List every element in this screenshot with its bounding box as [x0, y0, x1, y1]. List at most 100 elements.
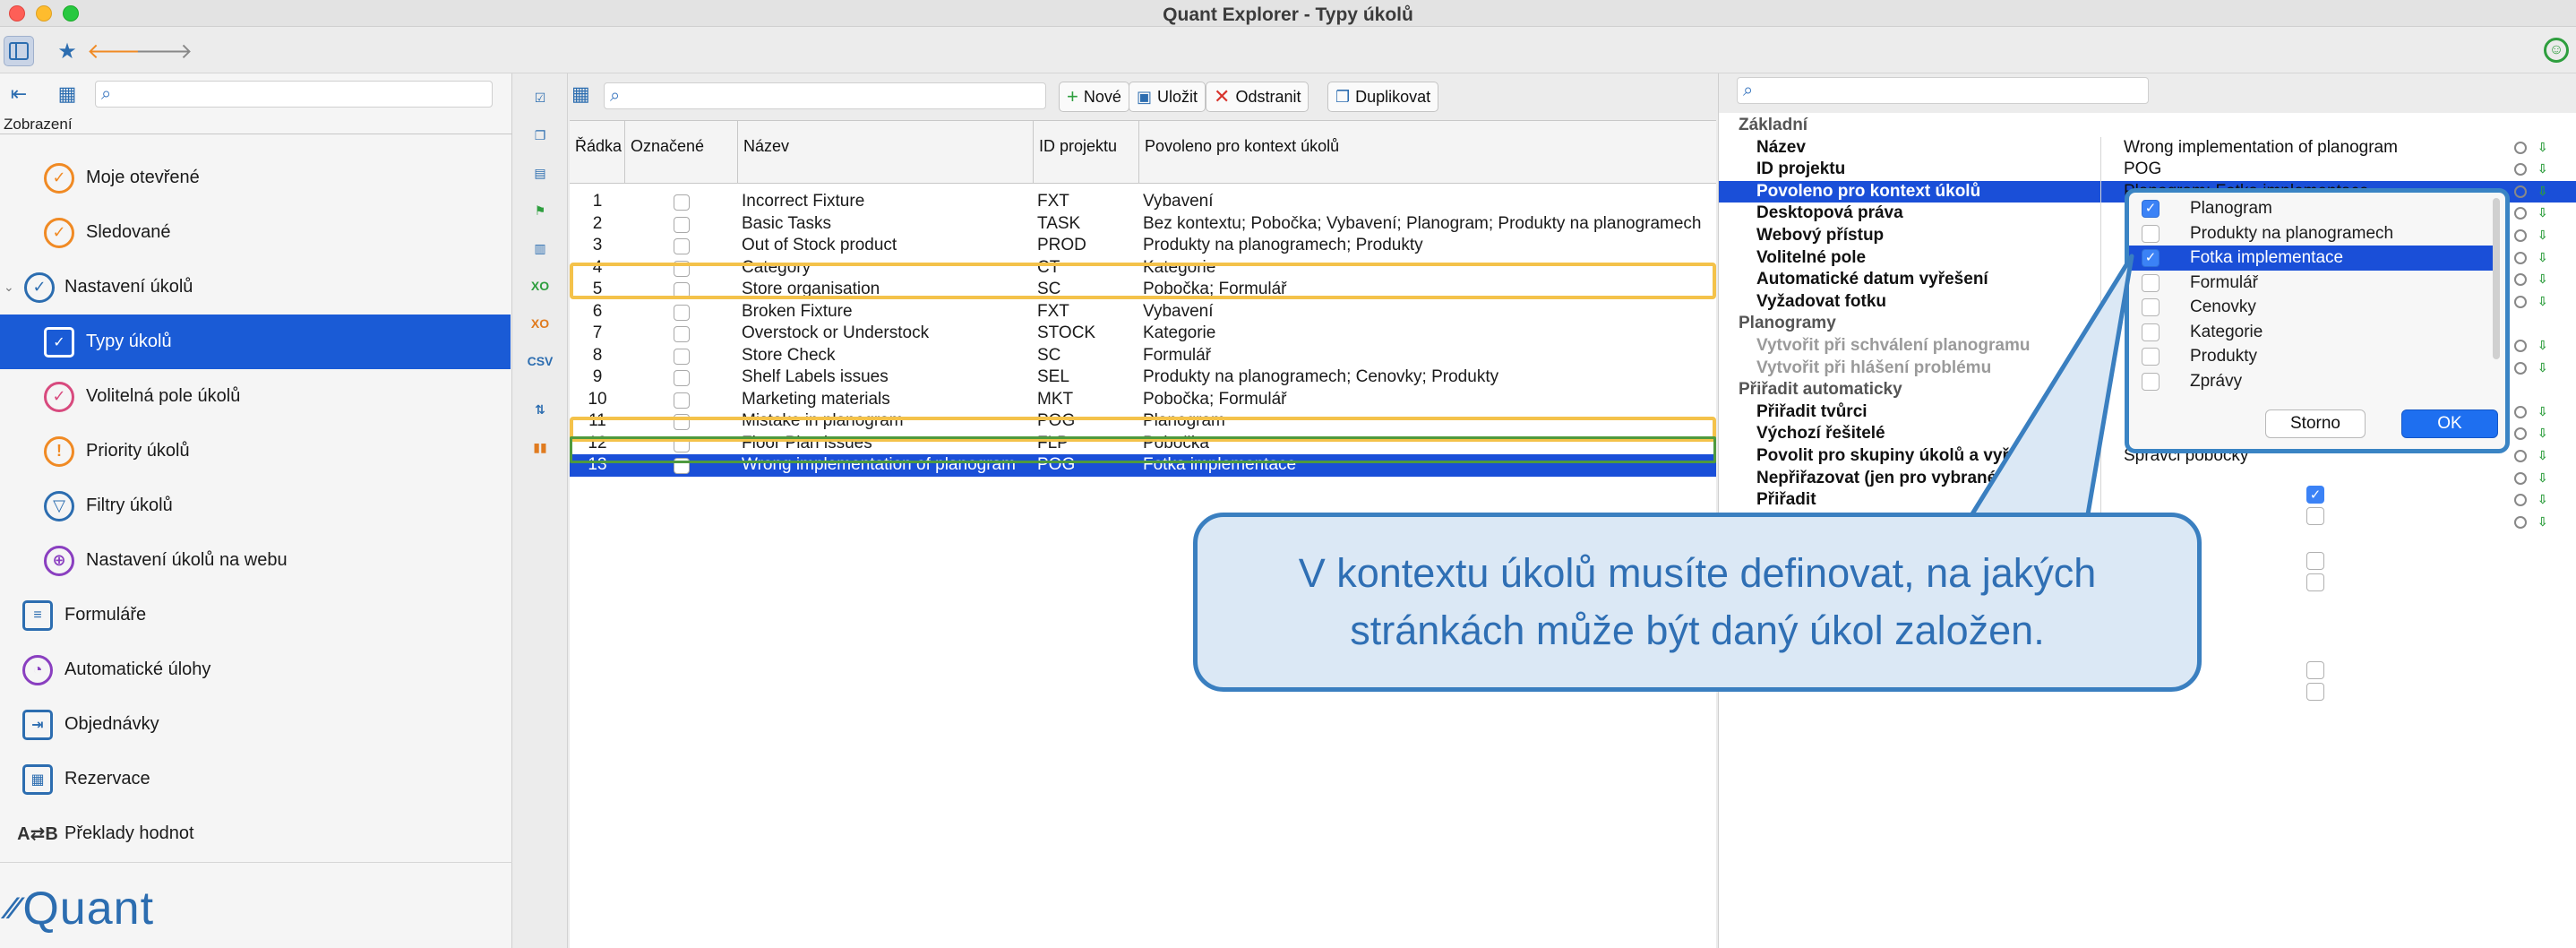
table-row[interactable]: 2 Basic Tasks TASK Bez kontextu; Pobočka; V…	[570, 213, 1716, 236]
column-header-task-context[interactable]: Povoleno pro kontext úkolů	[1139, 121, 1716, 184]
favorites-button[interactable]: ★	[52, 36, 82, 66]
reset-value-icon[interactable]	[2514, 515, 2527, 529]
nav-item-orders[interactable]: ⇥ Objednávky	[0, 697, 511, 752]
excel-import-icon[interactable]: XO	[527, 272, 554, 299]
property-group-header[interactable]: Základní	[1719, 115, 2576, 137]
task-context-cell[interactable]: Vybavení	[1139, 301, 1716, 323]
table-row[interactable]: 6 Broken Fixture FXT Vybavení	[570, 301, 1716, 323]
document-icon[interactable]: ▥	[527, 235, 554, 262]
dropdown-scrollbar[interactable]	[2493, 198, 2500, 359]
project-id-cell[interactable]: TASK	[1034, 213, 1139, 236]
apply-value-icon[interactable]: ⇩	[2537, 492, 2550, 506]
property-checkbox[interactable]	[2306, 661, 2324, 679]
name-cell[interactable]: Broken Fixture	[738, 301, 1034, 323]
save-button[interactable]: ▣ Uložit	[1129, 82, 1206, 112]
reset-value-icon[interactable]	[2514, 185, 2527, 198]
grid-view-button[interactable]: ▦	[52, 81, 82, 108]
nav-item-my-open[interactable]: ✓ Moje otevřené	[0, 151, 511, 205]
name-cell[interactable]: Basic Tasks	[738, 213, 1034, 236]
row-number-cell[interactable]: 7	[570, 323, 625, 345]
project-id-cell[interactable]: SEL	[1034, 366, 1139, 389]
apply-value-icon[interactable]: ⇩	[2537, 470, 2550, 485]
context-option-checkbox[interactable]: ✓	[2142, 200, 2160, 218]
navigation-search-input[interactable]: ⌕	[95, 81, 493, 108]
table-row[interactable]: 3 Out of Stock product PROD Produkty na pla…	[570, 235, 1716, 257]
cancel-button[interactable]: Storno	[2265, 409, 2366, 438]
row-number-cell[interactable]: 6	[570, 301, 625, 323]
table-row[interactable]: 10 Marketing materials MKT Pobočka; Formulá…	[570, 389, 1716, 411]
nav-item-translations[interactable]: A⇄B Překlady hodnot	[0, 806, 511, 861]
task-context-cell[interactable]: Pobočka; Formulář	[1139, 389, 1716, 411]
delete-button[interactable]: ✕ Odstranit	[1206, 82, 1309, 112]
marked-checkbox[interactable]	[674, 216, 690, 233]
task-context-cell[interactable]: Kategorie	[1139, 323, 1716, 345]
reset-value-icon[interactable]	[2514, 295, 2527, 308]
property-row[interactable]: ID projektu POG	[1719, 159, 2576, 181]
reset-value-icon[interactable]	[2514, 251, 2527, 264]
context-option[interactable]: ✓ Fotka implementace	[2129, 246, 2500, 271]
collapse-tree-button[interactable]: ⇤	[4, 81, 34, 108]
task-context-cell[interactable]: Produkty na planogramech; Produkty	[1139, 235, 1716, 257]
name-cell[interactable]: Out of Stock product	[738, 235, 1034, 257]
apply-value-icon[interactable]: ⇩	[2537, 250, 2550, 264]
properties-search-input[interactable]: ⌕	[1737, 77, 2149, 104]
table-row[interactable]: 8 Store Check SC Formulář	[570, 345, 1716, 367]
reset-value-icon[interactable]	[2514, 361, 2527, 375]
property-value[interactable]: POG	[2124, 159, 2161, 181]
chart-icon[interactable]: ▮▮	[527, 434, 554, 461]
table-row[interactable]: 7 Overstock or Understock STOCK Kategorie	[570, 323, 1716, 345]
property-checkbox[interactable]	[2306, 552, 2324, 570]
context-option[interactable]: Formulář	[2129, 271, 2500, 296]
context-option[interactable]: Produkty na planogramech	[2129, 221, 2500, 246]
task-context-cell[interactable]: Formulář	[1139, 345, 1716, 367]
csv-icon[interactable]: CSV	[527, 348, 554, 375]
new-button[interactable]: + Nové	[1059, 82, 1129, 112]
property-row[interactable]: Název Wrong implementation of planogram	[1719, 136, 2576, 159]
name-cell[interactable]: Overstock or Understock	[738, 323, 1034, 345]
column-header-row[interactable]: Řádka	[570, 121, 625, 184]
nav-item-followed[interactable]: ✓ Sledované	[0, 205, 511, 260]
context-option[interactable]: Kategorie	[2129, 320, 2500, 345]
name-cell[interactable]: Shelf Labels issues	[738, 366, 1034, 389]
sidebar-toggle-button[interactable]	[4, 36, 34, 66]
name-cell[interactable]: Incorrect Fixture	[738, 191, 1034, 213]
project-id-cell[interactable]: MKT	[1034, 389, 1139, 411]
nav-item-optional-fields[interactable]: ✓ Volitelná pole úkolů	[0, 369, 511, 424]
reset-value-icon[interactable]	[2514, 471, 2527, 485]
apply-value-icon[interactable]: ⇩	[2537, 426, 2550, 440]
table-search-input[interactable]: ⌕	[604, 82, 1046, 109]
marked-checkbox[interactable]	[674, 392, 690, 409]
row-number-cell[interactable]: 10	[570, 389, 625, 411]
apply-value-icon[interactable]: ⇩	[2537, 140, 2550, 154]
context-option[interactable]: Produkty	[2129, 344, 2500, 369]
nav-item-forms[interactable]: ≡ Formuláře	[0, 588, 511, 642]
apply-value-icon[interactable]: ⇩	[2537, 360, 2550, 375]
apply-value-icon[interactable]: ⇩	[2537, 228, 2550, 242]
chevron-down-icon[interactable]: ⌄	[4, 280, 14, 295]
column-header-name[interactable]: Název	[738, 121, 1034, 184]
context-option-checkbox[interactable]	[2142, 224, 2160, 243]
reset-value-icon[interactable]	[2514, 340, 2527, 352]
copy-icon[interactable]: ❐	[527, 122, 554, 149]
apply-value-icon[interactable]: ⇩	[2537, 448, 2550, 462]
apply-value-icon[interactable]: ⇩	[2537, 184, 2550, 198]
back-button[interactable]: 🡐	[87, 36, 144, 66]
property-checkbox[interactable]	[2306, 507, 2324, 525]
row-number-cell[interactable]: 3	[570, 235, 625, 257]
project-id-cell[interactable]: FXT	[1034, 301, 1139, 323]
context-option[interactable]: Zprávy	[2129, 369, 2500, 394]
table-row[interactable]: 9 Shelf Labels issues SEL Produkty na plano…	[570, 366, 1716, 389]
row-number-cell[interactable]: 9	[570, 366, 625, 389]
user-status-icon[interactable]: ☺	[2544, 38, 2569, 63]
marked-checkbox[interactable]	[674, 326, 690, 342]
project-id-cell[interactable]: PROD	[1034, 235, 1139, 257]
task-context-cell[interactable]: Vybavení	[1139, 191, 1716, 213]
marked-checkbox[interactable]	[674, 304, 690, 321]
task-context-cell[interactable]: Produkty na planogramech; Cenovky; Produ…	[1139, 366, 1716, 389]
row-number-cell[interactable]: 1	[570, 191, 625, 213]
reset-value-icon[interactable]	[2514, 229, 2527, 242]
row-number-cell[interactable]: 2	[570, 213, 625, 236]
nav-item-priorities[interactable]: ! Priority úkolů	[0, 424, 511, 478]
project-id-cell[interactable]: SC	[1034, 345, 1139, 367]
forward-button[interactable]: 🡒	[135, 36, 193, 66]
